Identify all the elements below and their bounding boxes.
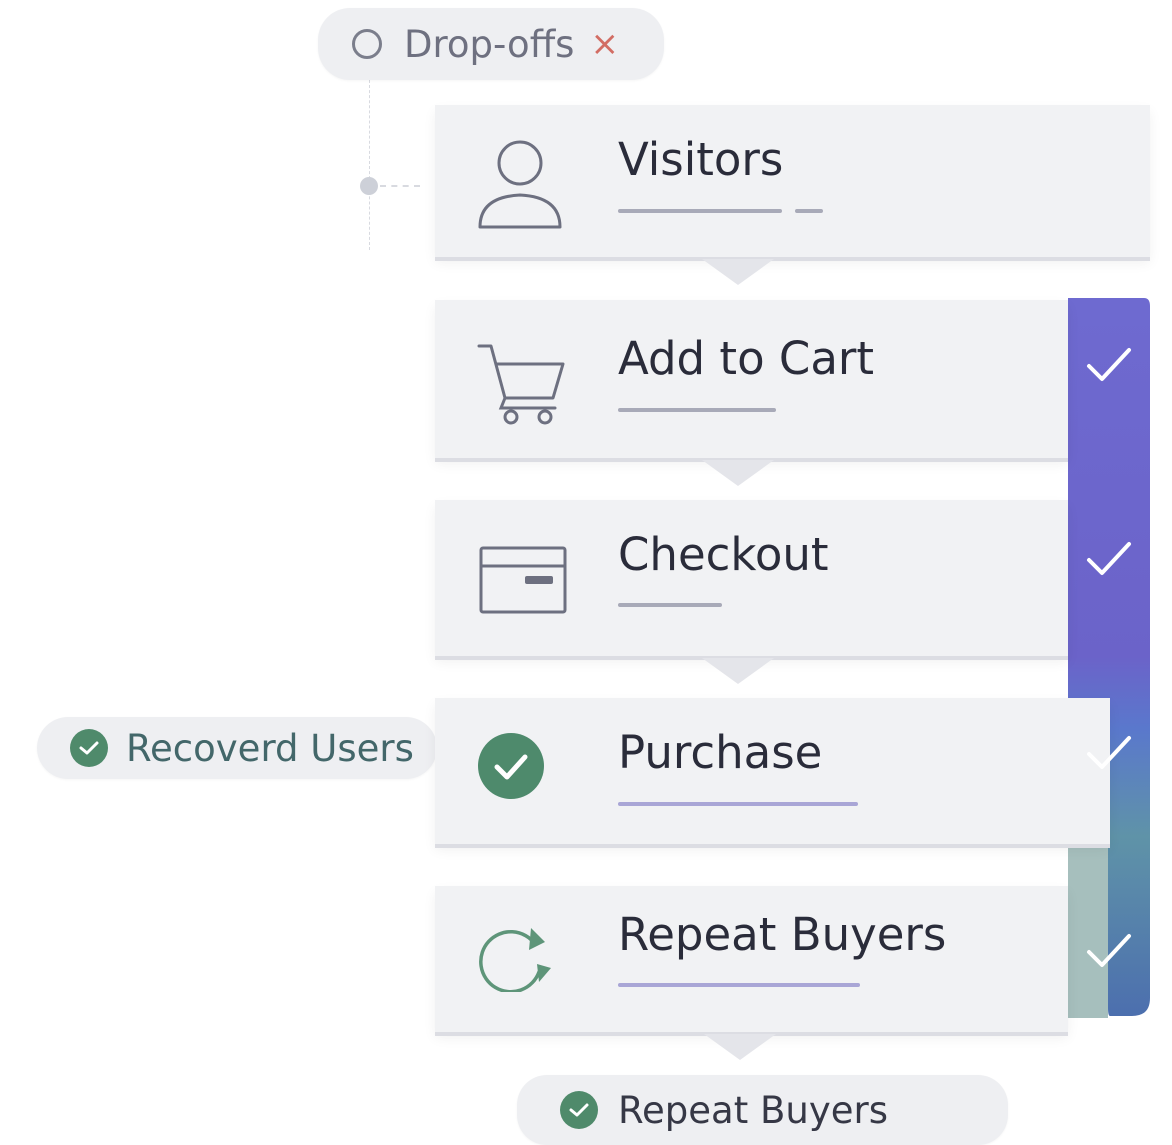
circle-icon — [352, 29, 382, 59]
flow-arrow — [702, 460, 774, 486]
recovered-users-chip[interactable]: Recoverd Users — [37, 717, 437, 779]
dropoffs-filter-chip[interactable]: Drop-offs × — [318, 8, 664, 80]
step-title: Purchase — [618, 726, 823, 779]
close-icon[interactable]: × — [590, 27, 619, 61]
check-circle-icon — [478, 733, 544, 799]
dropoffs-connector-line — [369, 80, 370, 250]
step-underline — [618, 603, 722, 607]
check-circle-icon — [70, 729, 108, 767]
repeat-buyers-label: Repeat Buyers — [618, 1088, 888, 1132]
funnel-step-visitors[interactable]: Visitors — [435, 105, 1150, 257]
check-icon — [1087, 542, 1131, 575]
repeat-buyers-chip[interactable]: Repeat Buyers — [517, 1075, 1008, 1145]
dropoffs-label: Drop-offs — [404, 22, 575, 66]
step-underline — [618, 209, 782, 213]
step-underline-short — [795, 209, 823, 213]
funnel-step-checkout[interactable]: Checkout — [435, 500, 1068, 656]
check-circle-icon — [560, 1091, 598, 1129]
step-underline — [618, 802, 858, 806]
connector-dot — [360, 177, 378, 195]
step-title: Visitors — [618, 133, 784, 186]
step-underline — [618, 983, 860, 987]
step-underline — [618, 408, 776, 412]
step-title: Checkout — [618, 528, 829, 581]
credit-card-icon — [479, 546, 567, 614]
flow-arrow — [702, 259, 774, 285]
funnel-step-purchase[interactable]: Purchase — [435, 698, 1110, 844]
check-icon — [1087, 348, 1131, 381]
flow-arrow — [702, 658, 774, 684]
connector-dash — [380, 185, 420, 187]
recovered-users-label: Recoverd Users — [126, 726, 414, 770]
completion-strip — [1068, 298, 1150, 1018]
step-title: Add to Cart — [618, 332, 875, 385]
step-title: Repeat Buyers — [618, 908, 947, 961]
refresh-icon — [479, 928, 551, 992]
shopping-cart-icon — [477, 344, 565, 425]
person-icon — [478, 140, 562, 229]
flow-arrow — [704, 1034, 776, 1060]
check-icon — [1087, 934, 1131, 967]
check-icon — [1087, 736, 1131, 769]
funnel-step-repeat-buyers[interactable]: Repeat Buyers — [435, 886, 1068, 1032]
funnel-step-add-to-cart[interactable]: Add to Cart — [435, 300, 1068, 458]
